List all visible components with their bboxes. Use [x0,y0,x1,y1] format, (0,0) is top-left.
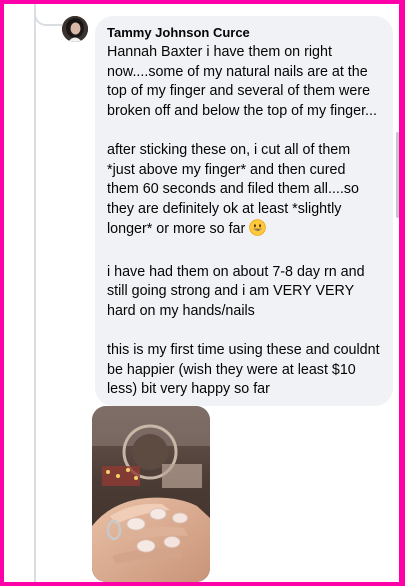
comment-photo-attachment[interactable] [92,406,210,582]
comment-paragraph-text: after sticking these on, i cut all of th… [107,141,359,238]
comment-author[interactable]: Tammy Johnson Curce [107,24,381,42]
comment-paragraph: this is my first time using these and co… [107,341,380,398]
scrollbar-thumb[interactable] [396,132,399,218]
comment-paragraph: Hannah Baxter i have them on right now..… [107,44,377,119]
thread-connector [34,4,62,26]
comment-frame: Tammy Johnson Curce Hannah Baxter i have… [4,4,399,582]
thread-line [34,4,36,582]
comment-paragraph: i have had them on about 7-8 day rn and … [107,263,365,319]
comment-paragraph: after sticking these on, i cut all of th… [107,141,381,243]
profile-photo-icon [62,16,88,42]
nail-photo-icon [92,406,210,582]
grinning-face-emoji-icon [249,219,266,243]
comment-bubble: Tammy Johnson Curce Hannah Baxter i have… [95,16,393,406]
avatar[interactable] [62,16,88,42]
